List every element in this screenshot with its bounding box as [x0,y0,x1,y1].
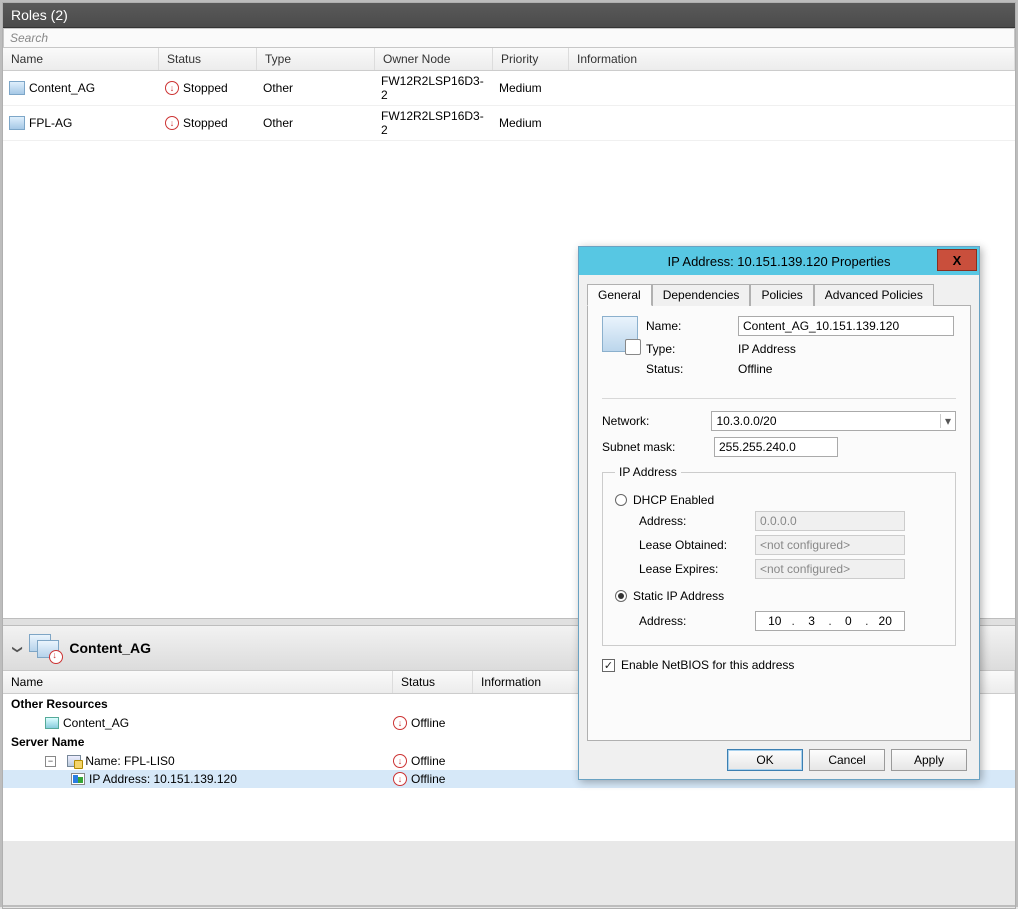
label-type: Type: [646,342,738,356]
ip-address-group: IP Address DHCP Enabled Address: Lease O… [602,465,956,646]
apply-button[interactable]: Apply [891,749,967,771]
ip-address-icon [71,773,85,785]
label-name: Name: [646,319,738,333]
resource-name: Name: FPL-LIS0 [85,754,174,768]
resource-name: IP Address: 10.151.139.120 [89,772,237,786]
close-button[interactable]: X [937,249,977,271]
radio-static[interactable] [615,590,627,602]
role-large-icon [29,634,61,662]
role-status: Stopped [183,81,228,95]
col-type[interactable]: Type [257,48,375,70]
role-name: Content_AG [29,81,95,95]
role-icon [9,81,25,95]
netbios-row[interactable]: Enable NetBIOS for this address [602,658,956,672]
tab-advanced-policies[interactable]: Advanced Policies [814,284,934,306]
label-status: Status: [646,362,738,376]
role-name: FPL-AG [29,116,72,130]
dialog-titlebar[interactable]: IP Address: 10.151.139.120 Properties X [579,247,979,275]
role-row[interactable]: FPL-AG Stopped Other FW12R2LSP16D3-2 Med… [3,106,1015,141]
label-static-address: Address: [639,614,755,628]
stopped-icon [165,116,179,130]
collapse-icon[interactable]: − [45,756,56,767]
roles-grid-header: Name Status Type Owner Node Priority Inf… [3,48,1015,71]
search-input[interactable]: Search [3,28,1015,48]
dcol-status[interactable]: Status [393,671,473,693]
resource-name: Content_AG [63,716,129,730]
col-name[interactable]: Name [3,48,159,70]
dialog-title: IP Address: 10.151.139.120 Properties [667,254,890,269]
radio-dhcp-label: DHCP Enabled [633,493,714,507]
label-lease-obtained: Lease Obtained: [639,538,755,552]
role-info [569,120,1015,126]
lease-obtained-input [755,535,905,555]
roles-panel-title: Roles (2) [3,3,1015,28]
tab-general-body: Name: Type: IP Address Status: Offline N… [587,305,971,741]
role-info [569,85,1015,91]
label-lease-expires: Lease Expires: [639,562,755,576]
value-type: IP Address [738,342,796,356]
network-value: 10.3.0.0/20 [716,414,776,428]
netbios-label: Enable NetBIOS for this address [621,658,794,672]
role-row[interactable]: Content_AG Stopped Other FW12R2LSP16D3-2… [3,71,1015,106]
value-status: Offline [738,362,772,376]
tab-dependencies[interactable]: Dependencies [652,284,751,306]
properties-dialog: IP Address: 10.151.139.120 Properties X … [578,246,980,780]
dialog-tabs: General Dependencies Policies Advanced P… [579,275,979,305]
label-dhcp-address: Address: [639,514,755,528]
role-priority: Medium [493,113,569,133]
label-network: Network: [602,414,711,428]
network-name-icon [67,755,81,767]
ip-group-legend: IP Address [615,465,681,479]
detail-title: Content_AG [69,640,151,656]
dialog-buttons: OK Cancel Apply [579,749,979,779]
offline-icon [393,716,407,730]
role-status: Stopped [183,116,228,130]
cancel-button[interactable]: Cancel [809,749,885,771]
ip-octet-2[interactable]: 3 [799,614,824,628]
radio-dhcp-row[interactable]: DHCP Enabled [615,493,943,507]
name-input[interactable] [738,316,954,336]
chevron-down-icon[interactable] [13,641,21,655]
role-owner: FW12R2LSP16D3-2 [375,106,493,140]
ok-button[interactable]: OK [727,749,803,771]
col-info[interactable]: Information [569,48,1015,70]
resource-icon [45,717,59,729]
resource-status: Offline [411,754,445,768]
stopped-icon [165,81,179,95]
col-status[interactable]: Status [159,48,257,70]
resource-status: Offline [411,716,445,730]
radio-static-row[interactable]: Static IP Address [615,589,943,603]
tab-policies[interactable]: Policies [750,284,813,306]
netbios-checkbox[interactable] [602,659,615,672]
dhcp-address-input [755,511,905,531]
dcol-name[interactable]: Name [3,671,393,693]
chevron-down-icon: ▾ [940,414,951,428]
role-priority: Medium [493,78,569,98]
radio-dhcp[interactable] [615,494,627,506]
label-subnet: Subnet mask: [602,440,714,454]
role-type: Other [257,78,375,98]
role-type: Other [257,113,375,133]
network-select[interactable]: 10.3.0.0/20 ▾ [711,411,956,431]
role-icon [9,116,25,130]
subnet-input [714,437,838,457]
col-priority[interactable]: Priority [493,48,569,70]
resource-large-icon [602,316,638,352]
lease-expires-input [755,559,905,579]
ip-octet-1[interactable]: 10 [762,614,787,628]
col-owner[interactable]: Owner Node [375,48,493,70]
offline-icon [393,772,407,786]
static-ip-input[interactable]: 10. 3. 0. 20 [755,611,905,631]
ip-octet-4[interactable]: 20 [872,614,897,628]
tab-general[interactable]: General [587,284,652,306]
role-owner: FW12R2LSP16D3-2 [375,71,493,105]
ip-octet-3[interactable]: 0 [836,614,861,628]
resource-status: Offline [411,772,445,786]
radio-static-label: Static IP Address [633,589,724,603]
offline-icon [393,754,407,768]
